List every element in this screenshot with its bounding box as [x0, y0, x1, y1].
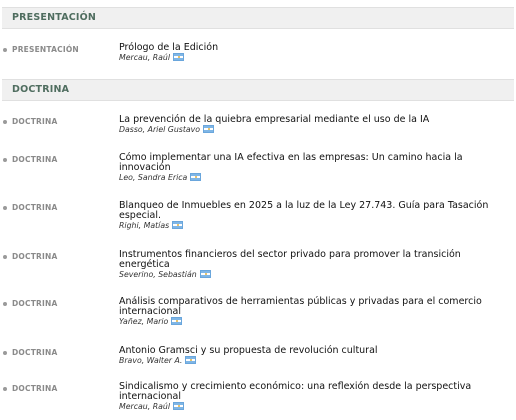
- article-author-link[interactable]: Dasso, Ariel Gustavo: [119, 125, 200, 134]
- argentina-flag-icon: [173, 53, 184, 61]
- article-category: PRESENTACIÓN: [12, 45, 79, 54]
- article-category: DOCTRINA: [12, 299, 58, 308]
- article-title-link[interactable]: Prólogo de la Edición: [119, 42, 218, 53]
- bullet-icon: [3, 302, 7, 306]
- article-title-link[interactable]: Blanqueo de Inmuebles en 2025 a la luz d…: [119, 200, 488, 221]
- article-category: DOCTRINA: [12, 252, 58, 261]
- bullet-icon: [3, 387, 7, 391]
- argentina-flag-icon: [185, 356, 197, 364]
- article-author-link[interactable]: Leo, Sandra Erica: [119, 173, 187, 182]
- article-title-link[interactable]: Antonio Gramsci y su propuesta de revolu…: [119, 345, 378, 356]
- section-title: DOCTRINA: [12, 84, 70, 95]
- article-title-link[interactable]: Cómo implementar una IA efectiva en las …: [119, 152, 463, 173]
- article-title-link[interactable]: Análisis comparativos de herramientas pú…: [119, 296, 482, 317]
- bullet-icon: [3, 255, 7, 259]
- article-category: DOCTRINA: [12, 155, 58, 164]
- bullet-icon: [3, 48, 7, 52]
- article-category: DOCTRINA: [12, 384, 58, 393]
- section-header-presentacion: PRESENTACIÓN: [2, 7, 514, 29]
- argentina-flag-icon: [171, 317, 183, 325]
- argentina-flag-icon: [173, 402, 184, 410]
- article-author-link[interactable]: Mercau, Raúl: [119, 53, 170, 62]
- section-header-doctrina: DOCTRINA: [2, 79, 514, 101]
- argentina-flag-icon: [190, 173, 202, 181]
- bullet-icon: [3, 206, 7, 210]
- argentina-flag-icon: [199, 270, 211, 278]
- article-title-link[interactable]: Sindicalismo y crecimiento económico: un…: [119, 381, 471, 402]
- section-title: PRESENTACIÓN: [12, 12, 97, 23]
- bullet-icon: [3, 158, 7, 162]
- article-category: DOCTRINA: [12, 348, 58, 357]
- article-author-link[interactable]: Mercau, Raúl: [119, 402, 170, 411]
- bullet-icon: [3, 120, 7, 124]
- argentina-flag-icon: [172, 221, 184, 229]
- article-title-link[interactable]: La prevención de la quiebra empresarial …: [119, 114, 429, 125]
- argentina-flag-icon: [203, 125, 215, 133]
- article-category: DOCTRINA: [12, 203, 58, 212]
- article-author-link[interactable]: Severino, Sebastián: [119, 270, 197, 279]
- article-category: DOCTRINA: [12, 117, 58, 126]
- article-author-link[interactable]: Bravo, Walter A.: [119, 356, 182, 365]
- article-author-link[interactable]: Yañez, Mario: [119, 317, 168, 326]
- bullet-icon: [3, 351, 7, 355]
- article-title-link[interactable]: Instrumentos financieros del sector priv…: [119, 249, 461, 270]
- article-author-link[interactable]: Righi, Matías: [119, 221, 169, 230]
